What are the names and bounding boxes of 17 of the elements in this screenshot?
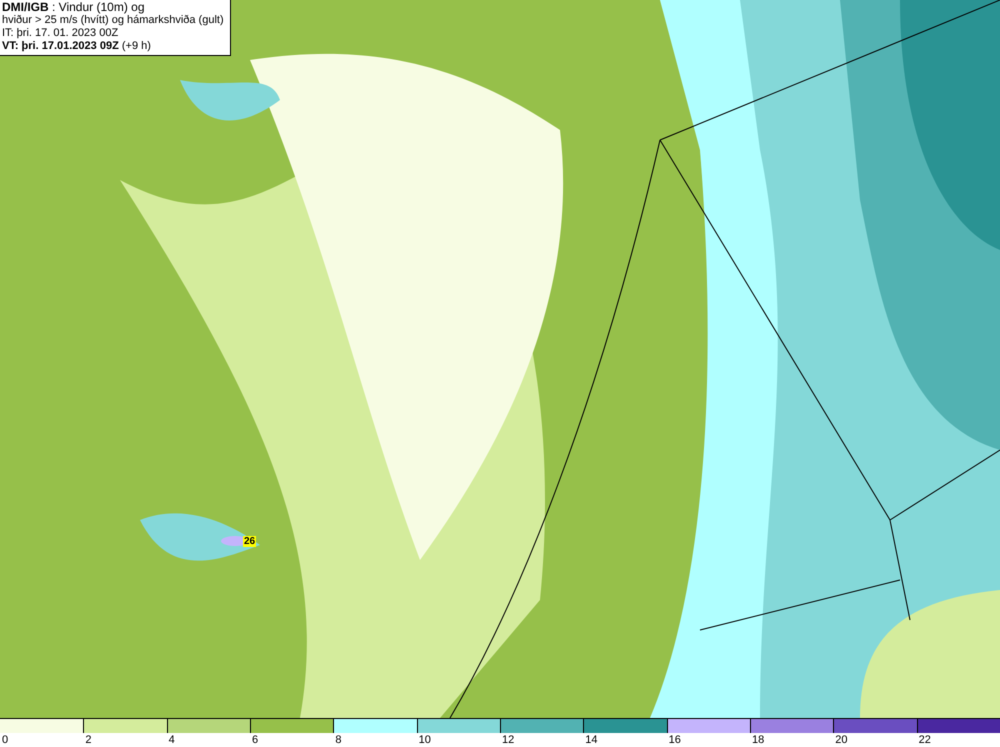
map-source-title: DMI/IGB : Vindur (10m) og: [2, 1, 146, 14]
scale-tick-label: 2: [84, 733, 92, 747]
initial-time: IT: þri. 17. 01. 2023 00Z: [2, 27, 120, 40]
scale-tick-label: 6: [250, 733, 258, 747]
map-description: hviður > 25 m/s (hvítt) og hámarkshviða (gult): [2, 14, 225, 27]
gust-value-label: 26: [243, 536, 256, 547]
valid-time: VT: þri. 17.01.2023 09Z (+9 h): [2, 40, 152, 53]
scale-tick-label: 10: [418, 733, 431, 747]
scale-tick-label: 18: [750, 733, 764, 747]
scale-tick-label: 16: [668, 733, 681, 747]
scale-tick-label: 4: [168, 733, 175, 747]
scale-tick-label: 0: [1, 733, 8, 747]
scale-tick-label: 12: [500, 733, 514, 747]
scale-tick-label: 8: [334, 733, 342, 747]
scale-tick-label: 22: [918, 733, 931, 747]
scale-tick-label: 14: [584, 733, 598, 747]
scale-tick-label: 20: [834, 733, 848, 747]
